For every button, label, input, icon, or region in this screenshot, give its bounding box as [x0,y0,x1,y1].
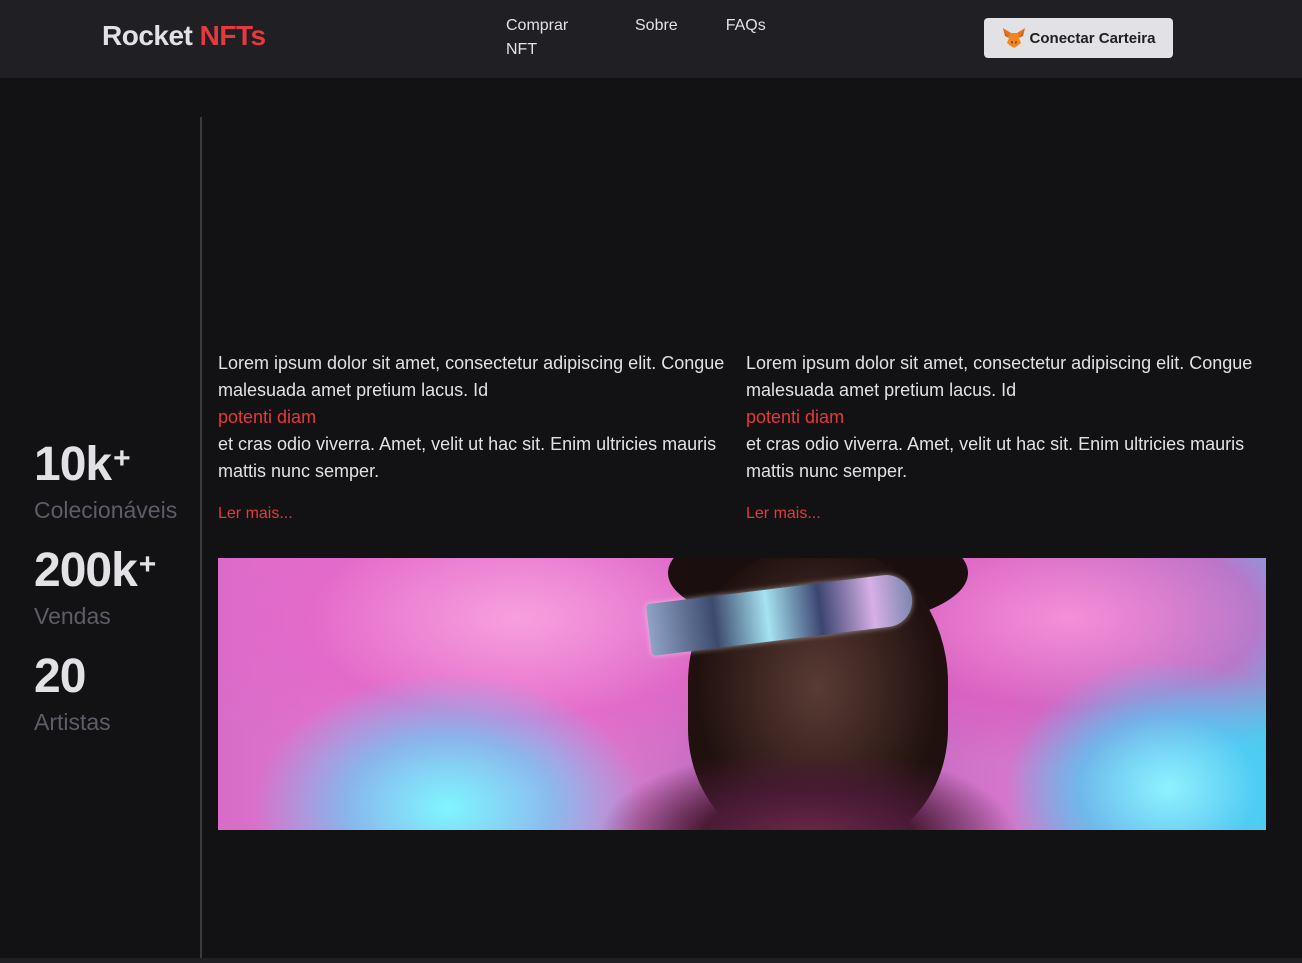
site-header: Rocket NFTs Comprar NFT Sobre FAQs Conec… [0,0,1302,78]
stat-value: 10k+ [34,438,131,491]
nav-link-buy-nft[interactable]: Comprar NFT [506,14,568,62]
article-card: Lorem ipsum dolor sit amet, consectetur … [746,350,1256,523]
hero-banner-image [218,558,1266,830]
article-highlight: potenti diam [218,407,317,427]
vertical-divider [200,117,202,963]
stat-sales: 200k+ Vendas [34,542,194,632]
nav-link-about[interactable]: Sobre [635,14,678,62]
article-body: Lorem ipsum dolor sit amet, consectetur … [218,350,728,485]
stat-label: Artistas [34,709,111,735]
article-card: Lorem ipsum dolor sit amet, consectetur … [218,350,728,523]
stat-collectibles: 10k+ Colecionáveis [34,436,194,526]
page-bottom-edge [0,958,1302,963]
connect-wallet-label: Conectar Carteira [1029,29,1156,47]
logo[interactable]: Rocket NFTs [102,20,266,52]
read-more-link[interactable]: Ler mais... [218,505,293,523]
metamask-fox-icon [1002,27,1026,49]
stats-panel: 10k+ Colecionáveis 200k+ Vendas 20 Artis… [34,436,194,754]
banner-person-jacket [598,748,1018,830]
stat-label: Vendas [34,603,111,629]
connect-wallet-button[interactable]: Conectar Carteira [984,18,1173,58]
stat-artists: 20 Artistas [34,648,194,738]
article-highlight: potenti diam [746,407,845,427]
logo-accent: NFTs [199,20,266,51]
stat-value: 20 [34,650,86,703]
read-more-link[interactable]: Ler mais... [746,505,821,523]
main-nav: Comprar NFT Sobre FAQs [506,14,766,62]
stat-label: Colecionáveis [34,497,178,523]
stat-value: 200k+ [34,544,156,597]
logo-main: Rocket [102,20,193,51]
article-body: Lorem ipsum dolor sit amet, consectetur … [746,350,1256,485]
nav-link-faqs[interactable]: FAQs [726,14,766,62]
